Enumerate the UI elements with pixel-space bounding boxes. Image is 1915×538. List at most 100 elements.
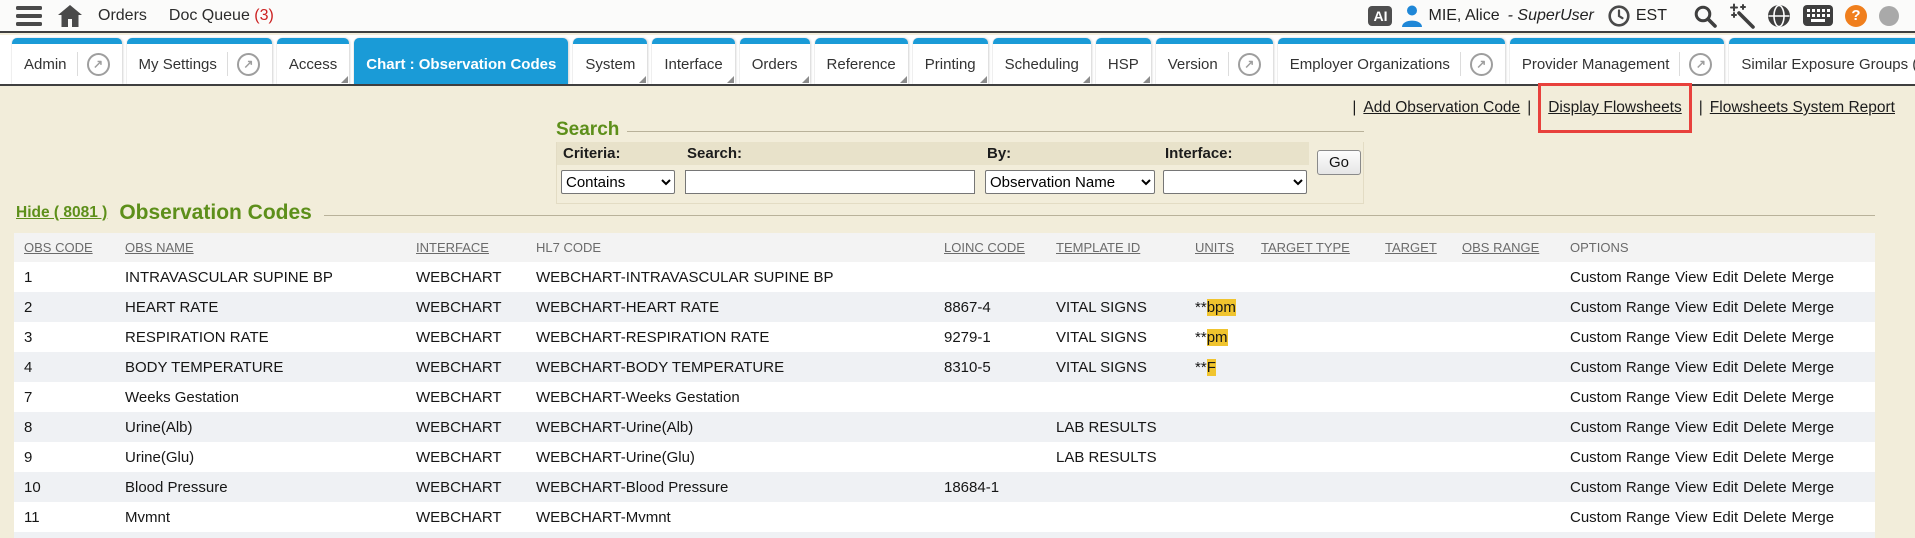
option-link-merge[interactable]: Merge bbox=[1792, 419, 1835, 436]
tab-hsp[interactable]: HSP bbox=[1096, 38, 1151, 84]
user-icon[interactable] bbox=[1402, 5, 1422, 27]
option-link-merge[interactable]: Merge bbox=[1792, 449, 1835, 466]
tab-my-settings[interactable]: My Settings↗ bbox=[127, 38, 272, 84]
tab-similar-exposure-groups-segs[interactable]: Similar Exposure Groups (SEGs)↗ bbox=[1729, 38, 1915, 84]
column-header-target-type[interactable]: TARGET TYPE bbox=[1251, 240, 1375, 255]
option-link-custom-range[interactable]: Custom Range bbox=[1570, 419, 1670, 436]
option-link-view[interactable]: View bbox=[1675, 479, 1707, 496]
external-link-icon[interactable]: ↗ bbox=[237, 53, 260, 76]
option-link-delete[interactable]: Delete bbox=[1743, 329, 1786, 346]
by-select[interactable]: Observation Name bbox=[985, 170, 1155, 194]
external-link-icon[interactable]: ↗ bbox=[87, 53, 110, 76]
option-link-view[interactable]: View bbox=[1675, 299, 1707, 316]
option-link-delete[interactable]: Delete bbox=[1743, 269, 1786, 286]
option-link-custom-range[interactable]: Custom Range bbox=[1570, 509, 1670, 526]
option-link-view[interactable]: View bbox=[1675, 329, 1707, 346]
column-header-loinc-code[interactable]: LOINC CODE bbox=[934, 240, 1046, 255]
clock-icon[interactable] bbox=[1608, 5, 1630, 27]
results-legend-line bbox=[324, 215, 1875, 216]
option-link-custom-range[interactable]: Custom Range bbox=[1570, 449, 1670, 466]
option-link-edit[interactable]: Edit bbox=[1712, 359, 1738, 376]
search-icon[interactable] bbox=[1693, 4, 1717, 28]
tab-employer-organizations[interactable]: Employer Organizations↗ bbox=[1278, 38, 1505, 84]
option-link-delete[interactable]: Delete bbox=[1743, 359, 1786, 376]
option-link-view[interactable]: View bbox=[1675, 419, 1707, 436]
results-legend: Hide ( 8081 ) Observation Codes bbox=[16, 201, 1875, 225]
flowsheets-system-report-link[interactable]: Flowsheets System Report bbox=[1710, 99, 1895, 117]
option-link-edit[interactable]: Edit bbox=[1712, 479, 1738, 496]
external-link-icon[interactable]: ↗ bbox=[1689, 53, 1712, 76]
option-link-view[interactable]: View bbox=[1675, 359, 1707, 376]
option-link-merge[interactable]: Merge bbox=[1792, 299, 1835, 316]
column-header-obs-name[interactable]: OBS NAME bbox=[115, 240, 406, 255]
option-link-delete[interactable]: Delete bbox=[1743, 419, 1786, 436]
display-flowsheets-link[interactable]: Display Flowsheets bbox=[1548, 99, 1682, 117]
option-link-custom-range[interactable]: Custom Range bbox=[1570, 299, 1670, 316]
option-link-merge[interactable]: Merge bbox=[1792, 359, 1835, 376]
column-header-target[interactable]: TARGET bbox=[1375, 240, 1452, 255]
tab-provider-management[interactable]: Provider Management↗ bbox=[1510, 38, 1725, 84]
option-link-merge[interactable]: Merge bbox=[1792, 509, 1835, 526]
option-link-custom-range[interactable]: Custom Range bbox=[1570, 389, 1670, 406]
option-link-edit[interactable]: Edit bbox=[1712, 389, 1738, 406]
column-header-template-id[interactable]: TEMPLATE ID bbox=[1046, 240, 1185, 255]
option-link-delete[interactable]: Delete bbox=[1743, 509, 1786, 526]
interface-select[interactable] bbox=[1163, 170, 1307, 194]
wand-icon[interactable] bbox=[1729, 3, 1755, 29]
column-header-obs-range[interactable]: OBS RANGE bbox=[1452, 240, 1560, 255]
option-link-edit[interactable]: Edit bbox=[1712, 449, 1738, 466]
option-link-merge[interactable]: Merge bbox=[1792, 389, 1835, 406]
option-link-merge[interactable]: Merge bbox=[1792, 479, 1835, 496]
option-link-view[interactable]: View bbox=[1675, 389, 1707, 406]
tab-chart-observation-codes[interactable]: Chart : Observation Codes bbox=[354, 38, 568, 84]
option-link-edit[interactable]: Edit bbox=[1712, 419, 1738, 436]
option-link-edit[interactable]: Edit bbox=[1712, 509, 1738, 526]
tab-system[interactable]: System bbox=[573, 38, 647, 84]
hide-count-link[interactable]: Hide ( 8081 ) bbox=[16, 204, 107, 222]
option-link-view[interactable]: View bbox=[1675, 269, 1707, 286]
hamburger-menu-icon[interactable] bbox=[16, 6, 42, 26]
option-link-delete[interactable]: Delete bbox=[1743, 389, 1786, 406]
external-link-icon[interactable]: ↗ bbox=[1238, 53, 1261, 76]
tab-version[interactable]: Version↗ bbox=[1156, 38, 1273, 84]
tab-printing[interactable]: Printing bbox=[913, 38, 988, 84]
option-link-view[interactable]: View bbox=[1675, 509, 1707, 526]
tab-scheduling[interactable]: Scheduling bbox=[993, 38, 1091, 84]
criteria-select[interactable]: Contains bbox=[561, 170, 675, 194]
cell-loinc-code: 9279-1 bbox=[934, 329, 1046, 346]
option-link-custom-range[interactable]: Custom Range bbox=[1570, 359, 1670, 376]
column-header-units[interactable]: UNITS bbox=[1185, 240, 1251, 255]
option-link-edit[interactable]: Edit bbox=[1712, 299, 1738, 316]
keyboard-icon[interactable] bbox=[1803, 5, 1833, 26]
tab-orders[interactable]: Orders bbox=[740, 38, 810, 84]
go-button[interactable]: Go bbox=[1317, 150, 1361, 175]
option-link-view[interactable]: View bbox=[1675, 449, 1707, 466]
add-observation-code-link[interactable]: Add Observation Code bbox=[1363, 99, 1520, 117]
cell-template-id: VITAL SIGNS bbox=[1046, 359, 1185, 376]
option-link-delete[interactable]: Delete bbox=[1743, 299, 1786, 316]
tab-access[interactable]: Access bbox=[277, 38, 349, 84]
tab-separator bbox=[1228, 52, 1229, 76]
home-icon[interactable] bbox=[58, 5, 82, 27]
tab-reference[interactable]: Reference bbox=[815, 38, 908, 84]
globe-icon[interactable] bbox=[1767, 4, 1791, 28]
orders-link[interactable]: Orders bbox=[98, 7, 147, 25]
option-link-merge[interactable]: Merge bbox=[1792, 269, 1835, 286]
option-link-delete[interactable]: Delete bbox=[1743, 479, 1786, 496]
option-link-edit[interactable]: Edit bbox=[1712, 269, 1738, 286]
option-link-delete[interactable]: Delete bbox=[1743, 449, 1786, 466]
tab-admin[interactable]: Admin↗ bbox=[12, 38, 122, 84]
option-link-custom-range[interactable]: Custom Range bbox=[1570, 479, 1670, 496]
option-link-merge[interactable]: Merge bbox=[1792, 329, 1835, 346]
ai-badge[interactable]: AI bbox=[1368, 6, 1392, 26]
option-link-custom-range[interactable]: Custom Range bbox=[1570, 329, 1670, 346]
option-link-custom-range[interactable]: Custom Range bbox=[1570, 269, 1670, 286]
column-header-obs-code[interactable]: OBS CODE bbox=[14, 240, 115, 255]
help-icon[interactable]: ? bbox=[1845, 5, 1867, 27]
external-link-icon[interactable]: ↗ bbox=[1470, 53, 1493, 76]
search-input[interactable] bbox=[685, 170, 975, 194]
option-link-edit[interactable]: Edit bbox=[1712, 329, 1738, 346]
column-header-interface[interactable]: INTERFACE bbox=[406, 240, 526, 255]
tab-interface[interactable]: Interface bbox=[652, 38, 734, 84]
doc-queue-link[interactable]: Doc Queue (3) bbox=[169, 7, 274, 25]
